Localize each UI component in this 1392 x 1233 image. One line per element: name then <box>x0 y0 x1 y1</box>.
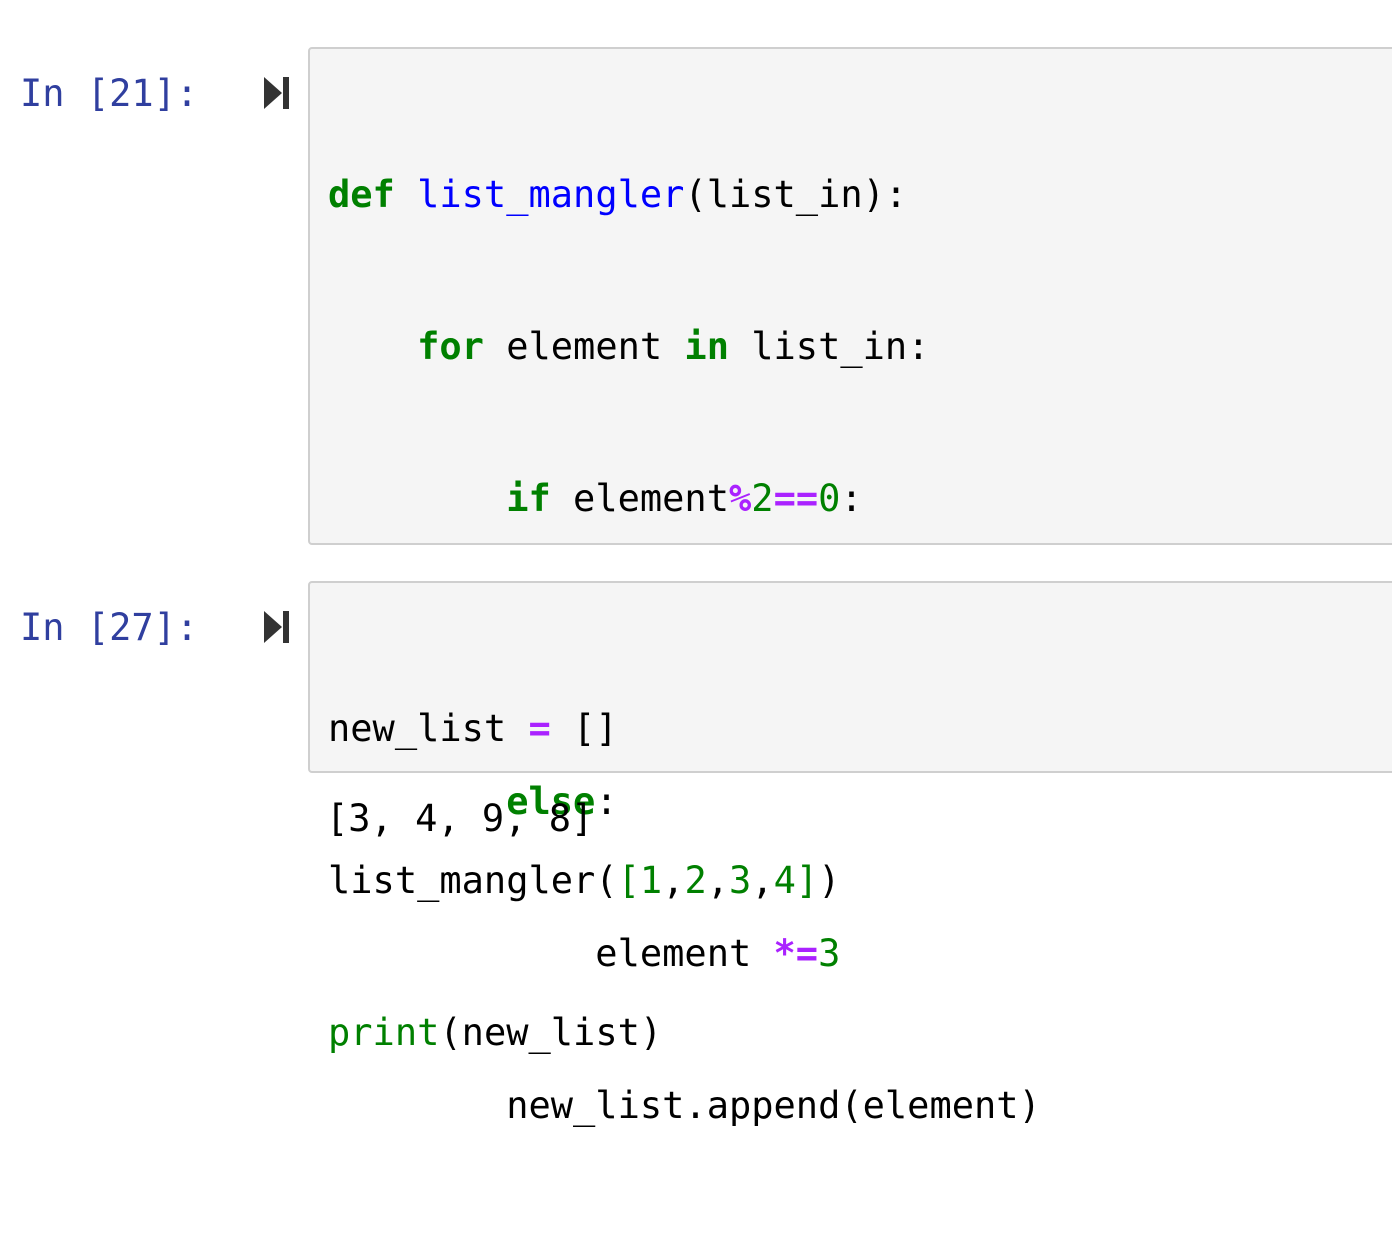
code-token: element <box>550 476 729 520</box>
code-token: 1 <box>639 858 663 902</box>
run-cell-icon[interactable] <box>262 75 292 111</box>
code-token: = <box>528 707 551 751</box>
code-token: new_list <box>328 707 529 751</box>
code-token: element <box>483 324 685 368</box>
code-line: list_mangler([1,2,3,4]) <box>328 856 840 907</box>
code-token: , <box>706 858 729 902</box>
code-token: list_mangler <box>417 173 685 217</box>
code-token: list_mangler( <box>328 858 618 902</box>
cell-prompt: In [21]: <box>20 72 199 115</box>
run-cell-icon[interactable] <box>262 609 292 645</box>
code-token: == <box>773 476 819 520</box>
code-token: ) <box>818 858 841 902</box>
code-token: , <box>751 858 774 902</box>
code-input-area[interactable]: new_list = [] list_mangler([1,2,3,4]) pr… <box>308 581 1392 1054</box>
code-token: 2 <box>684 858 707 902</box>
code-token: in <box>684 324 729 368</box>
code-token: 0 <box>818 476 841 520</box>
code-line: for element in list_in: <box>328 322 1041 373</box>
code-token: 2 <box>751 476 774 520</box>
cell-prompt: In [27]: <box>20 606 199 649</box>
code-line: print(new_list) <box>328 1008 840 1059</box>
code-token: ] <box>795 858 819 902</box>
code-token: [ <box>617 858 640 902</box>
code-token: , <box>662 858 685 902</box>
code-editor[interactable]: new_list = [] list_mangler([1,2,3,4]) pr… <box>328 603 840 1160</box>
code-line: new_list = [] <box>328 704 840 755</box>
code-token: list_in: <box>728 324 930 368</box>
code-token: (new_list) <box>439 1010 663 1054</box>
code-token: for <box>417 324 484 368</box>
code-token: : <box>840 476 863 520</box>
code-token: (list_in): <box>684 173 908 217</box>
code-token: print <box>328 1010 440 1054</box>
code-token: % <box>729 476 752 520</box>
code-input-area[interactable]: def list_mangler(list_in): for element i… <box>308 47 1392 1127</box>
code-token: 3 <box>729 858 752 902</box>
code-line: if element%2==0: <box>328 474 1041 525</box>
code-line: def list_mangler(list_in): <box>328 170 1041 221</box>
code-token: [] <box>550 707 618 751</box>
code-token: if <box>506 476 551 520</box>
code-token: def <box>328 173 395 217</box>
code-token: 4 <box>773 858 796 902</box>
cell-output: [3, 4, 9, 8] <box>326 797 594 840</box>
